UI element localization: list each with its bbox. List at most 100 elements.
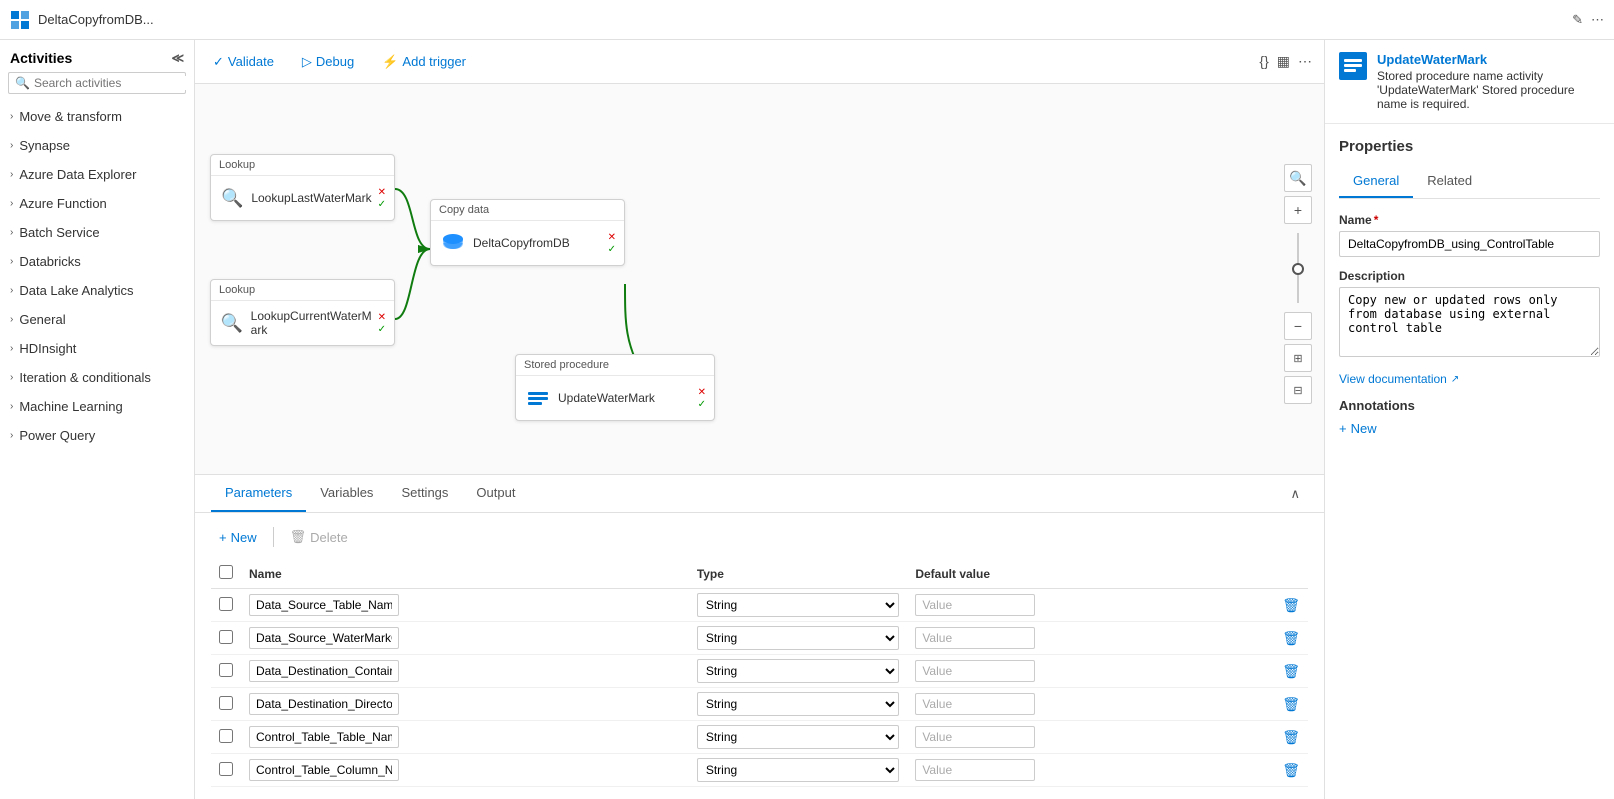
table-row: StringIntFloatBoolArrayObject 🗑 xyxy=(211,589,1308,622)
chevron-icon: › xyxy=(10,198,13,209)
name-input[interactable] xyxy=(1339,231,1600,257)
delete-icon: 🗑 xyxy=(290,529,307,545)
more-options-icon[interactable]: ⋯ xyxy=(1298,53,1312,70)
collapse-icon[interactable]: ≪ xyxy=(171,51,184,65)
row-checkbox-3[interactable] xyxy=(219,696,233,710)
canvas-controls: 🔍 + − ⊞ ⊟ xyxy=(1284,164,1312,404)
chevron-icon: › xyxy=(10,314,13,325)
sidebar-item-azure-function[interactable]: ›Azure Function xyxy=(0,189,194,218)
param-type-select-5[interactable]: StringIntFloatBoolArrayObject xyxy=(698,759,899,781)
sidebar-item-general[interactable]: ›General xyxy=(0,305,194,334)
canvas-area: ✓ Validate ▷ Debug ⚡ Add trigger {} ▦ ⋯ xyxy=(195,40,1324,799)
param-delete-2[interactable]: 🗑 xyxy=(1282,663,1300,679)
zoom-out-button[interactable]: − xyxy=(1284,312,1312,340)
tab-parameters[interactable]: Parameters xyxy=(211,475,306,512)
param-type-select-3[interactable]: StringIntFloatBoolArrayObject xyxy=(698,693,899,715)
param-delete-0[interactable]: 🗑 xyxy=(1282,597,1300,613)
plus-icon: + xyxy=(219,530,227,545)
param-delete-4[interactable]: 🗑 xyxy=(1282,729,1300,745)
tab-output[interactable]: Output xyxy=(462,475,529,512)
param-name-input-3[interactable] xyxy=(249,693,399,715)
param-delete-1[interactable]: 🗑 xyxy=(1282,630,1300,646)
chevron-icon: › xyxy=(10,401,13,412)
canvas: Lookup 🔍 LookupLastWaterMark ✕ ✓ Lookup … xyxy=(195,84,1324,474)
code-icon[interactable]: {} xyxy=(1259,53,1268,70)
activity-lookup-current[interactable]: Lookup 🔍 LookupCurrentWaterMark ✕ ✓ xyxy=(210,279,395,346)
add-annotation-button[interactable]: + New xyxy=(1339,421,1600,436)
annotations-title: Annotations xyxy=(1339,398,1600,413)
zoom-in-button[interactable]: + xyxy=(1284,196,1312,224)
activity-copy-data[interactable]: Copy data DeltaCopyfromDB ✕ ✓ xyxy=(430,199,625,266)
param-value-input-0[interactable] xyxy=(915,594,1035,616)
param-value-input-1[interactable] xyxy=(915,627,1035,649)
param-type-select-1[interactable]: StringIntFloatBoolArrayObject xyxy=(698,627,899,649)
panel-icon[interactable]: ▦ xyxy=(1277,53,1290,70)
sidebar-item-machine-learning[interactable]: ›Machine Learning xyxy=(0,392,194,421)
sidebar-item-power-query[interactable]: ›Power Query xyxy=(0,421,194,450)
param-name-input-5[interactable] xyxy=(249,759,399,781)
close-bottom-panel[interactable]: ∧ xyxy=(1282,478,1308,510)
sidebar-item-hdinsight[interactable]: ›HDInsight xyxy=(0,334,194,363)
fit-view-button[interactable]: ⊞ xyxy=(1284,344,1312,372)
param-type-select-2[interactable]: StringIntFloatBoolArrayObject xyxy=(698,660,899,682)
row-checkbox-5[interactable] xyxy=(219,762,233,776)
debug-button[interactable]: ▷ Debug xyxy=(296,50,360,74)
param-value-input-3[interactable] xyxy=(915,693,1035,715)
param-value-input-4[interactable] xyxy=(915,726,1035,748)
param-type-select-0[interactable]: StringIntFloatBoolArrayObject xyxy=(698,594,899,616)
pipeline-title: DeltaCopyfromDB... xyxy=(38,12,1564,27)
param-delete-3[interactable]: 🗑 xyxy=(1282,696,1300,712)
sidebar-item-data-lake-analytics[interactable]: ›Data Lake Analytics xyxy=(0,276,194,305)
sidebar-item-batch-service[interactable]: ›Batch Service xyxy=(0,218,194,247)
chevron-icon: › xyxy=(10,169,13,180)
prop-tab-related[interactable]: Related xyxy=(1413,165,1486,198)
sidebar-items-list: ›Move & transform›Synapse›Azure Data Exp… xyxy=(0,102,194,799)
bottom-content: + New 🗑 Delete Name Type xyxy=(195,513,1324,799)
sidebar-header: Activities ≪ xyxy=(0,40,194,72)
row-checkbox-4[interactable] xyxy=(219,729,233,743)
select-all-checkbox[interactable] xyxy=(219,565,233,579)
app-logo xyxy=(10,10,30,30)
param-type-select-4[interactable]: StringIntFloatBoolArrayObject xyxy=(698,726,899,748)
tab-settings[interactable]: Settings xyxy=(387,475,462,512)
params-toolbar: + New 🗑 Delete xyxy=(211,525,1308,549)
activity-lookup-last[interactable]: Lookup 🔍 LookupLastWaterMark ✕ ✓ xyxy=(210,154,395,221)
param-delete-5[interactable]: 🗑 xyxy=(1282,762,1300,778)
add-trigger-button[interactable]: ⚡ Add trigger xyxy=(376,50,472,74)
edit-icon[interactable]: ✎ xyxy=(1572,12,1583,28)
view-docs-link[interactable]: View documentation ↗ xyxy=(1339,372,1600,386)
error-icon-block xyxy=(1339,52,1367,80)
param-name-input-2[interactable] xyxy=(249,660,399,682)
param-name-input-1[interactable] xyxy=(249,627,399,649)
prop-tab-general[interactable]: General xyxy=(1339,165,1413,198)
activity-stored-proc[interactable]: Stored procedure UpdateWaterMark ✕ ✓ xyxy=(515,354,715,421)
right-panel: UpdateWaterMark Stored procedure name ac… xyxy=(1324,40,1614,799)
chevron-icon: › xyxy=(10,140,13,151)
sidebar-item-move-transform[interactable]: ›Move & transform xyxy=(0,102,194,131)
more-icon[interactable]: ⋯ xyxy=(1591,12,1604,28)
chevron-icon: › xyxy=(10,285,13,296)
col-name-header: Name xyxy=(241,559,689,589)
row-checkbox-0[interactable] xyxy=(219,597,233,611)
sidebar-item-iteration[interactable]: ›Iteration & conditionals xyxy=(0,363,194,392)
sidebar-item-synapse[interactable]: ›Synapse xyxy=(0,131,194,160)
layout-button[interactable]: ⊟ xyxy=(1284,376,1312,404)
sidebar-item-databricks[interactable]: ›Databricks xyxy=(0,247,194,276)
search-canvas-button[interactable]: 🔍 xyxy=(1284,164,1312,192)
param-value-input-5[interactable] xyxy=(915,759,1035,781)
zoom-slider[interactable] xyxy=(1284,228,1312,308)
param-value-input-2[interactable] xyxy=(915,660,1035,682)
row-checkbox-2[interactable] xyxy=(219,663,233,677)
validate-button[interactable]: ✓ Validate xyxy=(207,50,280,74)
new-param-button[interactable]: + New xyxy=(211,525,265,549)
description-textarea[interactable]: Copy new or updated rows only from datab… xyxy=(1339,287,1600,357)
param-name-input-4[interactable] xyxy=(249,726,399,748)
row-checkbox-1[interactable] xyxy=(219,630,233,644)
search-input[interactable] xyxy=(34,76,189,90)
delete-param-button[interactable]: 🗑 Delete xyxy=(282,525,356,549)
copy-icon xyxy=(439,229,467,257)
table-row: StringIntFloatBoolArrayObject 🗑 xyxy=(211,754,1308,787)
tab-variables[interactable]: Variables xyxy=(306,475,387,512)
sidebar-item-azure-data-explorer[interactable]: ›Azure Data Explorer xyxy=(0,160,194,189)
param-name-input-0[interactable] xyxy=(249,594,399,616)
